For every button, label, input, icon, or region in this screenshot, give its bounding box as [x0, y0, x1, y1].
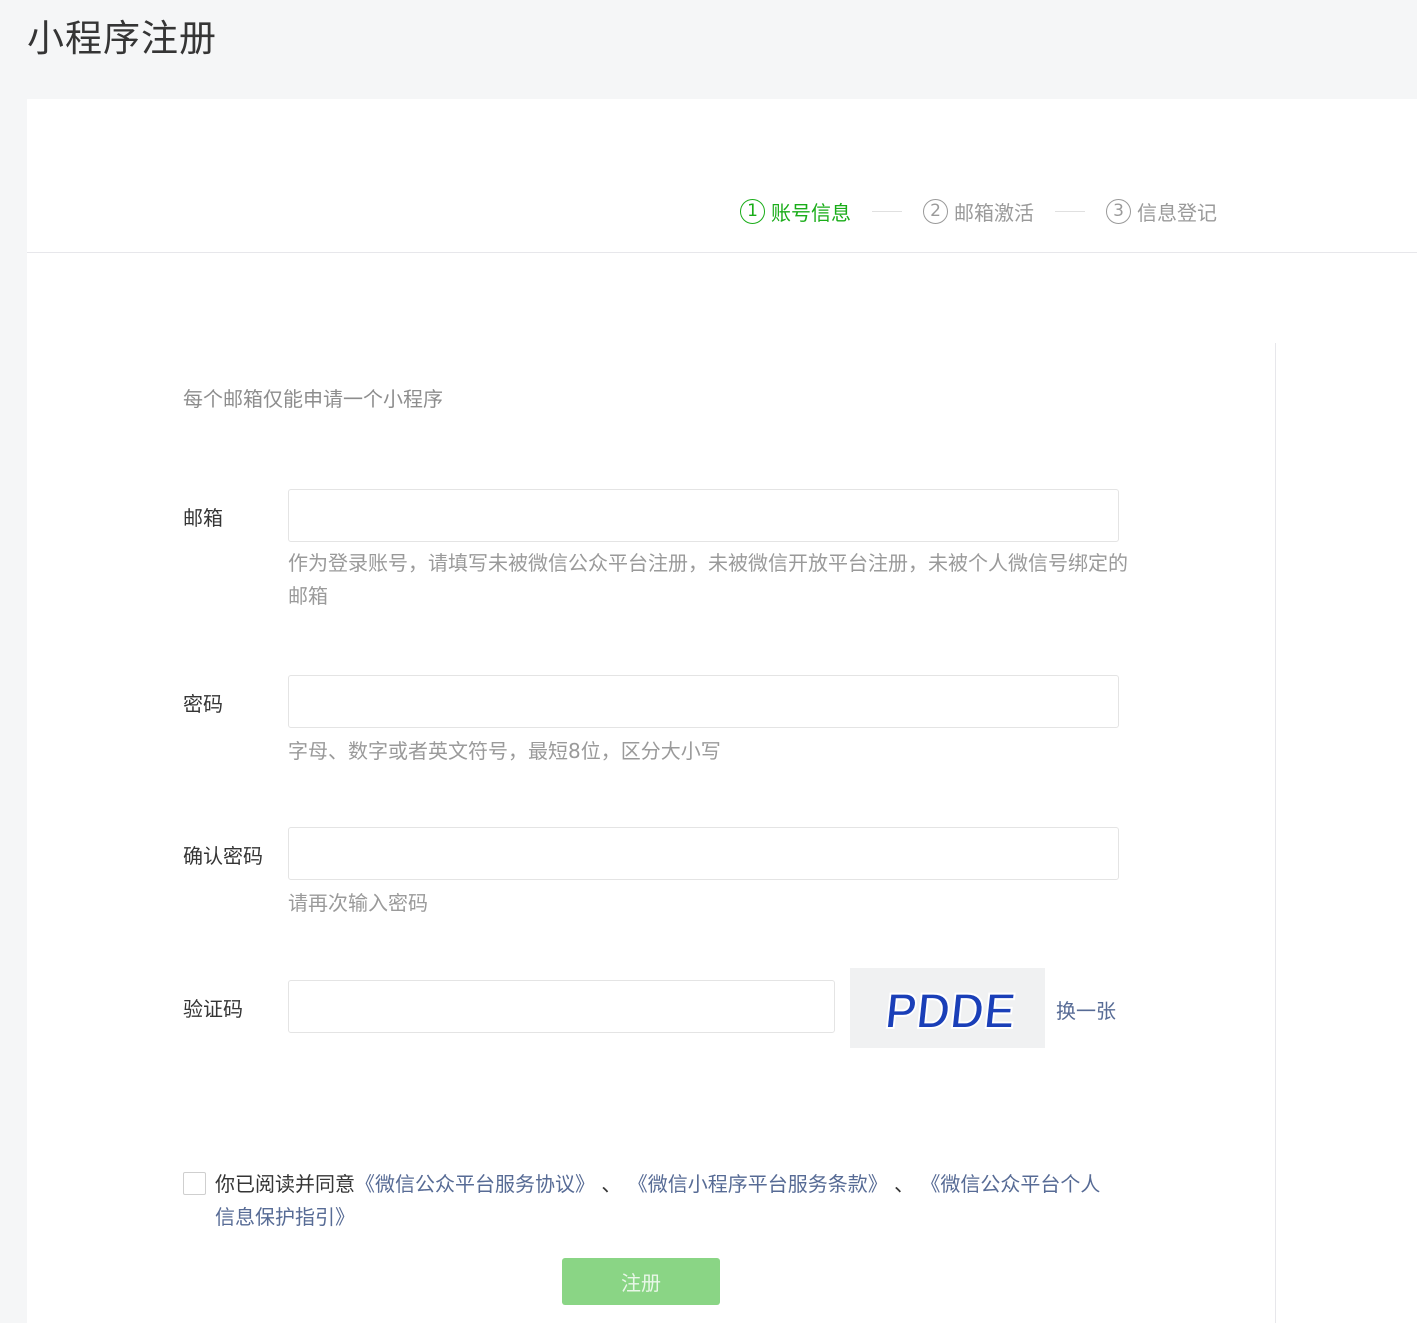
email-input[interactable]: [288, 489, 1119, 542]
step-info-registration: 3 信息登记: [1106, 197, 1217, 226]
side-divider: [1275, 343, 1276, 1323]
agreement-separator: 、: [887, 1172, 915, 1196]
agreement-checkbox[interactable]: [183, 1172, 206, 1195]
agreement-separator: 、: [595, 1172, 622, 1196]
step-label: 信息登记: [1137, 200, 1217, 225]
email-label: 邮箱: [183, 506, 223, 530]
registration-card: 1 账号信息 2 邮箱激活 3 信息登记 每个邮箱仅能申请一个小程序 邮箱 作为…: [27, 99, 1417, 1323]
register-button[interactable]: 注册: [562, 1258, 720, 1305]
captcha-image-text: PDDE: [883, 983, 1019, 1039]
page-title: 小程序注册: [27, 17, 217, 60]
step-connector: [872, 210, 902, 212]
miniprogram-terms-link[interactable]: 《微信小程序平台服务条款》: [628, 1172, 888, 1196]
agreement-text: 你已阅读并同意《微信公众平台服务协议》 、 《微信小程序平台服务条款》 、 《微…: [215, 1168, 1105, 1234]
captcha-input[interactable]: [288, 980, 835, 1033]
step-account-info: 1 账号信息: [740, 197, 851, 226]
captcha-image[interactable]: PDDE: [850, 968, 1045, 1048]
step-number-1: 1: [740, 198, 765, 224]
confirm-password-label: 确认密码: [183, 844, 263, 868]
email-tip: 作为登录账号，请填写未被微信公众平台注册，未被微信开放平台注册，未被个人微信号绑…: [288, 551, 1128, 608]
step-number-3: 3: [1106, 198, 1131, 224]
steps-header: 1 账号信息 2 邮箱激活 3 信息登记: [27, 99, 1417, 253]
confirm-password-input[interactable]: [288, 827, 1119, 880]
service-agreement-link[interactable]: 《微信公众平台服务协议》: [355, 1172, 595, 1196]
password-tip: 字母、数字或者英文符号，最短8位，区分大小写: [288, 739, 721, 763]
step-label: 邮箱激活: [954, 200, 1034, 225]
form-notice: 每个邮箱仅能申请一个小程序: [183, 387, 443, 411]
confirm-password-tip: 请再次输入密码: [288, 891, 428, 915]
password-label: 密码: [183, 692, 223, 716]
captcha-label: 验证码: [183, 997, 243, 1021]
change-captcha-link[interactable]: 换一张: [1056, 995, 1116, 1024]
password-input[interactable]: [288, 675, 1119, 728]
step-number-2: 2: [923, 198, 948, 224]
step-connector: [1055, 210, 1085, 212]
step-email-activation: 2 邮箱激活: [923, 197, 1034, 226]
step-label: 账号信息: [771, 200, 851, 225]
agreement-prefix: 你已阅读并同意: [215, 1172, 355, 1196]
step-indicator: 1 账号信息 2 邮箱激活 3 信息登记: [740, 196, 1217, 226]
